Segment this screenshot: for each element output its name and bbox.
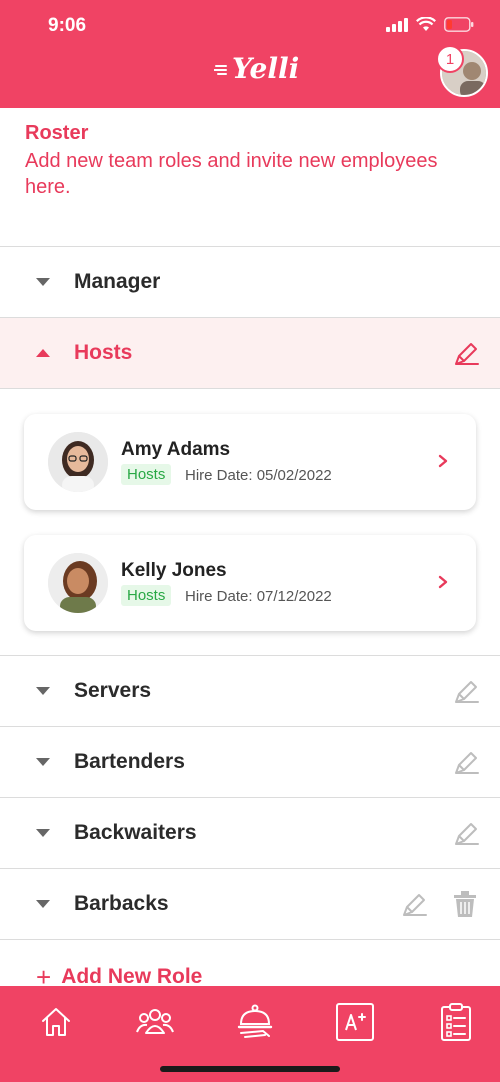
role-row-servers[interactable]: Servers: [0, 655, 500, 726]
checklist-icon: [441, 1003, 471, 1041]
employee-photo: [48, 432, 108, 492]
page-description: Add new team roles and invite new employ…: [25, 150, 438, 198]
app-logo: Yelli: [214, 52, 299, 85]
edit-icon[interactable]: [452, 340, 480, 368]
roster-intro: Roster Add new team roles and invite new…: [25, 122, 485, 200]
page-title: Roster: [25, 122, 89, 144]
role-label: Servers: [74, 679, 152, 702]
role-row-hosts[interactable]: Hosts: [0, 317, 500, 388]
speed-lines-icon: [214, 64, 227, 75]
tab-service[interactable]: [235, 1002, 275, 1042]
divider: [0, 939, 500, 940]
chevron-up-icon: [36, 349, 50, 357]
chevron-down-icon: [36, 900, 50, 908]
role-row-barbacks[interactable]: Barbacks: [0, 868, 500, 939]
signal-icon: [386, 17, 408, 32]
employee-name: Amy Adams: [121, 439, 231, 460]
divider: [0, 388, 500, 389]
tab-home[interactable]: [36, 1002, 76, 1042]
chevron-down-icon: [36, 278, 50, 286]
home-indicator: [160, 1066, 340, 1072]
role-tag: Hosts: [121, 464, 172, 485]
chevron-down-icon: [36, 687, 50, 695]
role-label: Barbacks: [74, 892, 169, 915]
chevron-right-icon: [438, 454, 448, 468]
employee-photo: [48, 553, 108, 613]
service-bell-icon: [237, 1004, 273, 1038]
team-icon: [136, 1009, 174, 1034]
status-icons: [386, 17, 474, 32]
tab-grades[interactable]: [335, 1002, 375, 1042]
edit-icon[interactable]: [452, 820, 480, 848]
role-tag: Hosts: [121, 585, 172, 606]
role-row-manager[interactable]: Manager: [0, 246, 500, 317]
role-row-backwaiters[interactable]: Backwaiters: [0, 797, 500, 868]
app-header: 9:06 Yelli 1: [0, 0, 500, 108]
tab-checklist[interactable]: [436, 1002, 476, 1042]
hire-date: Hire Date: 05/02/2022: [185, 467, 332, 484]
home-icon: [42, 1008, 70, 1036]
edit-icon[interactable]: [400, 891, 428, 919]
notification-badge: 1: [436, 45, 464, 73]
hire-date: Hire Date: 07/12/2022: [185, 588, 332, 605]
role-label: Backwaiters: [74, 821, 197, 844]
chevron-down-icon: [36, 758, 50, 766]
chevron-right-icon: [438, 575, 448, 589]
profile-avatar[interactable]: 1: [436, 45, 488, 97]
role-row-bartenders[interactable]: Bartenders: [0, 726, 500, 797]
role-label: Hosts: [74, 341, 133, 364]
edit-icon[interactable]: [452, 678, 480, 706]
trash-icon[interactable]: [452, 890, 478, 918]
employee-name: Kelly Jones: [121, 560, 227, 581]
employee-card-amy-adams[interactable]: Amy Adams Hosts Hire Date: 05/02/2022: [24, 414, 476, 510]
battery-icon: [444, 17, 474, 32]
edit-icon[interactable]: [452, 749, 480, 777]
status-time: 9:06: [48, 15, 87, 36]
employee-card-kelly-jones[interactable]: Kelly Jones Hosts Hire Date: 07/12/2022: [24, 535, 476, 631]
tab-team[interactable]: [135, 1002, 175, 1042]
role-label: Bartenders: [74, 750, 185, 773]
chevron-down-icon: [36, 829, 50, 837]
logo-text: Yelli: [232, 52, 300, 85]
role-label: Manager: [74, 270, 161, 293]
wifi-icon: [416, 17, 436, 31]
grade-icon: [336, 1003, 374, 1041]
